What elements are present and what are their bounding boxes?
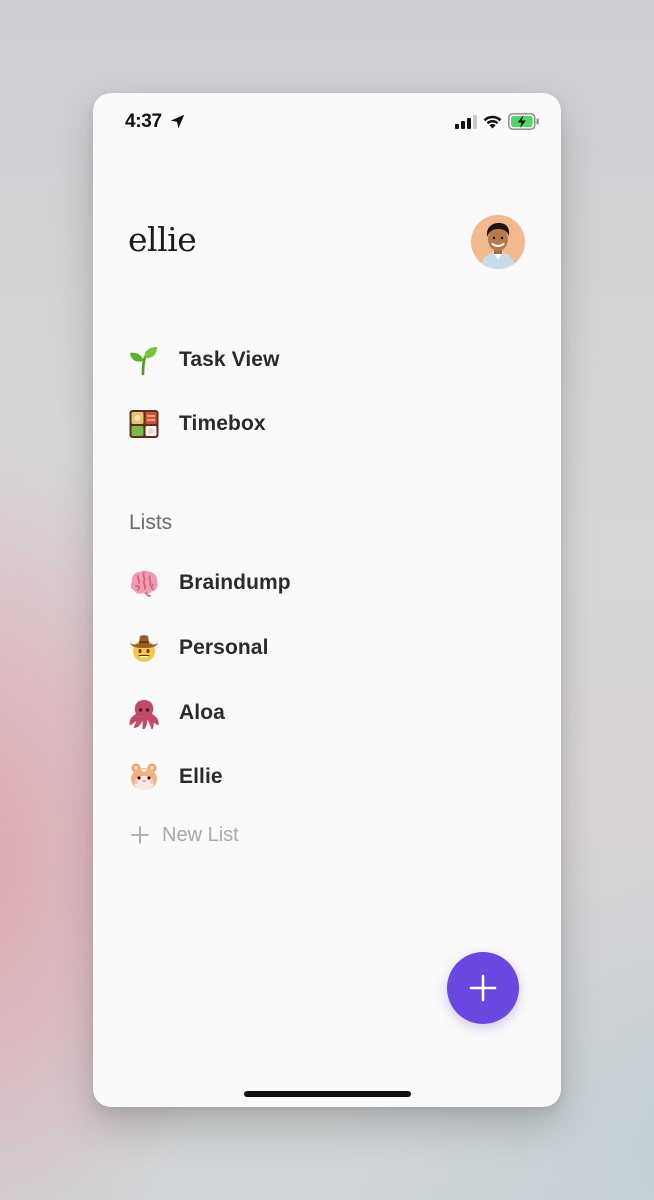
hamster-icon: [131, 763, 157, 790]
nav-item-label: Task View: [179, 348, 280, 371]
list-item-braindump[interactable]: Braindump: [128, 563, 291, 603]
avatar[interactable]: [471, 215, 525, 269]
list-item-personal[interactable]: Personal: [128, 628, 269, 668]
new-list-label: New List: [162, 823, 239, 846]
page-title: ellie: [128, 220, 197, 259]
status-bar: 4:37: [93, 93, 561, 149]
status-time: 4:37: [125, 111, 162, 132]
plus-icon: [469, 974, 497, 1002]
home-indicator[interactable]: [244, 1091, 411, 1097]
cellular-signal-icon: [455, 115, 477, 129]
list-item-label: Personal: [179, 636, 269, 659]
list-item-aloa[interactable]: Aloa: [128, 693, 225, 733]
nav-item-timebox[interactable]: Timebox: [128, 404, 266, 444]
bento-box-icon: [129, 410, 159, 438]
lists-section-title: Lists: [129, 511, 173, 534]
list-item-label: Braindump: [179, 571, 291, 594]
app-screen: 4:37 ellie Task View Timebox Lists Brain…: [93, 93, 561, 1107]
location-arrow-icon: [170, 114, 185, 129]
brain-icon: [130, 570, 158, 597]
cowboy-face-icon: [130, 635, 158, 662]
list-item-label: Aloa: [179, 701, 225, 724]
wifi-icon: [483, 115, 502, 129]
plus-icon: [131, 826, 149, 844]
new-list-button[interactable]: New List: [130, 820, 239, 850]
nav-item-task-view[interactable]: Task View: [128, 340, 280, 380]
add-task-button[interactable]: [447, 952, 519, 1024]
nav-item-label: Timebox: [179, 412, 266, 435]
list-item-ellie[interactable]: Ellie: [128, 757, 223, 797]
seedling-icon: [130, 347, 157, 376]
octopus-icon: [129, 700, 159, 729]
battery-charging-icon: [508, 113, 539, 130]
list-item-label: Ellie: [179, 765, 223, 788]
